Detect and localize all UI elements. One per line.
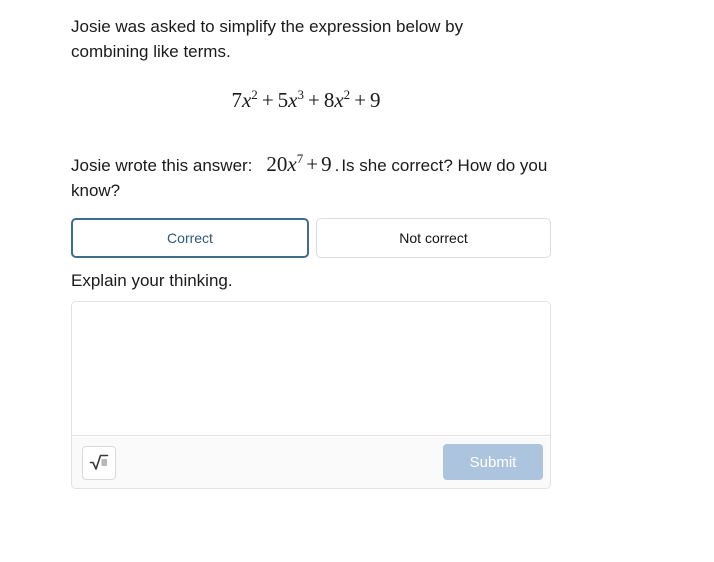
expression-term-3-exponent: 2 [343,87,351,102]
expression-operator-1: + [261,88,274,112]
explanation-answer-card: Submit [71,301,551,489]
submit-button[interactable]: Submit [443,444,543,480]
choice-button-correct-label: Correct [167,230,213,246]
explain-your-thinking-label: Explain your thinking. [71,271,233,290]
expression-term-1-coefficient: 7 [231,88,242,112]
expression-term-1-exponent: 2 [251,87,258,102]
student-answer-line: Josie wrote this answer: 20x7 +9. Is she co… [71,152,551,203]
choice-button-not-correct-label: Not correct [399,230,468,246]
expression-term-2-exponent: 3 [297,87,304,102]
student-answer-constant: 9 [321,152,332,176]
choice-button-not-correct[interactable]: Not correct [316,218,551,258]
expression-term-3-variable: x [334,88,344,112]
square-root-icon [89,453,109,474]
expression-operator-2: + [308,88,320,112]
answer-period: . [334,156,340,175]
student-answer-variable: x [287,152,297,176]
student-answer-expression: 20x7 +9 [266,152,331,176]
explanation-textarea[interactable] [72,302,550,436]
student-answer-coefficient: 20 [266,152,288,176]
question-prompt: Josie was asked to simplify the expressi… [71,17,464,61]
choice-button-group: Correct Not correct [71,218,551,258]
expression-term-1-variable: x [241,88,252,112]
student-answer-exponent: 7 [296,151,304,166]
answer-lead-text: Josie wrote this answer: [71,156,253,175]
expression-to-simplify: 7x2 +5x3 +8x2 +9 [71,88,541,113]
expression-term-4: 9 [370,88,381,112]
student-answer-operator: + [306,152,319,176]
expression-term-3-coefficient: 8 [323,88,335,112]
expression-term-2-coefficient: 5 [277,88,289,112]
answer-toolbar: Submit [72,437,550,488]
expression-operator-3: + [354,88,367,112]
math-keyboard-button[interactable] [82,446,116,480]
submit-button-label: Submit [469,453,517,471]
question-page: . Josie was asked to simplify the expres… [0,0,714,562]
choice-button-correct[interactable]: Correct [71,218,309,258]
clipped-top-text: . [265,0,269,1]
